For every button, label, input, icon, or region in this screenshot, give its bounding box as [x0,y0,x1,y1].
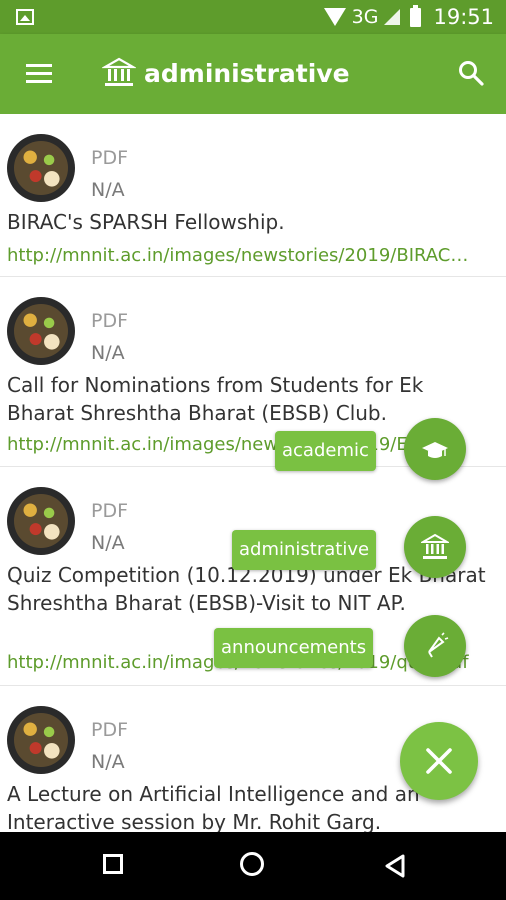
system-navigation-bar [0,832,506,900]
status-bar: 3G 19:51 [0,0,506,34]
item-link[interactable]: http://mnnit.ac.in/images/newstories/201… [7,245,477,266]
file-size: N/A [91,751,125,773]
signal-icon [384,9,401,25]
file-size: N/A [91,532,125,554]
back-icon[interactable] [384,854,406,878]
thumbnail-image [7,706,75,774]
academic-label[interactable]: academic [275,431,376,471]
list-item[interactable]: PDF N/A BIRAC's SPARSH Fellowship. http:… [0,114,506,277]
thumbnail-image [7,134,75,202]
bank-icon [102,57,136,86]
toolbar-title: administrative [102,56,350,90]
hamburger-menu-icon[interactable] [26,64,52,84]
announcements-label[interactable]: announcements [214,628,374,668]
recent-apps-icon[interactable] [103,854,123,874]
file-type: PDF [91,719,129,741]
item-title: Call for Nominations from Students for E… [7,373,424,425]
status-icons: 3G 19:51 [323,4,494,30]
administrative-label[interactable]: administrative [232,530,377,570]
bank-icon [421,533,449,559]
network-type: 3G [351,6,379,28]
clock: 19:51 [433,5,494,29]
file-type: PDF [91,147,129,169]
page-title: administrative [144,58,350,88]
file-size: N/A [91,179,125,201]
wifi-icon [323,8,346,26]
home-icon[interactable] [240,852,264,876]
image-notification-icon [16,9,34,25]
item-title: BIRAC's SPARSH Fellowship. [7,210,285,234]
file-type: PDF [91,500,129,522]
app-toolbar: administrative [0,34,506,114]
megaphone-icon [428,632,449,658]
announcements-button[interactable] [404,615,466,677]
file-size: N/A [91,342,125,364]
close-icon [426,748,452,774]
thumbnail-image [7,487,75,555]
close-speed-dial-button[interactable] [400,722,478,800]
academic-button[interactable] [404,418,466,480]
battery-icon [410,4,422,27]
thumbnail-image [7,297,75,365]
search-icon[interactable] [458,60,484,86]
administrative-button[interactable] [404,516,466,578]
graduation-cap-icon [422,442,448,458]
file-type: PDF [91,310,129,332]
